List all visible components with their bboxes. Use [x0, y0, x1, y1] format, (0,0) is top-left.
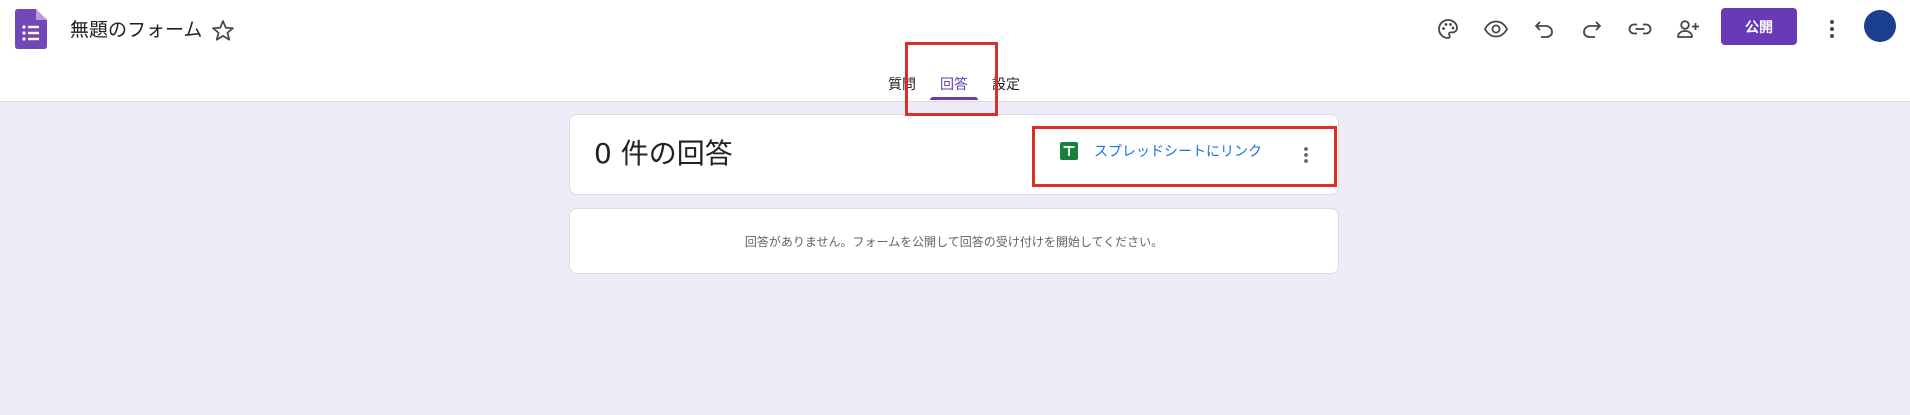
- form-title[interactable]: 無題のフォーム: [70, 18, 202, 42]
- eye-icon[interactable]: [1479, 12, 1513, 46]
- redo-icon[interactable]: [1575, 12, 1609, 46]
- app-header: 無題のフォーム 公開 質問 回答 設定: [0, 0, 1910, 102]
- tab-settings[interactable]: 設定: [992, 74, 1020, 94]
- responses-summary-card: 0 件の回答 スプレッドシートにリンク: [569, 114, 1339, 195]
- palette-icon[interactable]: [1431, 12, 1465, 46]
- active-tab-indicator: [930, 97, 978, 100]
- star-icon[interactable]: [210, 18, 236, 44]
- forms-logo-icon[interactable]: [15, 9, 47, 49]
- more-vert-icon[interactable]: [1815, 12, 1849, 46]
- undo-icon[interactable]: [1527, 12, 1561, 46]
- publish-button[interactable]: 公開: [1721, 8, 1797, 45]
- sheets-icon: [1060, 142, 1078, 160]
- tab-questions[interactable]: 質問: [888, 74, 916, 94]
- link-icon[interactable]: [1623, 12, 1657, 46]
- empty-responses-card: 回答がありません。フォームを公開して回答の受け付けを開始してください。: [569, 208, 1339, 274]
- account-avatar[interactable]: [1864, 10, 1896, 42]
- more-options-icon[interactable]: [1296, 141, 1316, 169]
- add-person-icon[interactable]: [1671, 12, 1705, 46]
- empty-responses-message: 回答がありません。フォームを公開して回答の受け付けを開始してください。: [744, 234, 1164, 249]
- link-to-sheets-label: スプレッドシートにリンク: [1094, 144, 1262, 160]
- link-to-sheets-button[interactable]: スプレッドシートにリンク: [1060, 141, 1262, 161]
- responses-count: 0 件の回答: [594, 137, 733, 170]
- tab-responses[interactable]: 回答: [940, 74, 968, 94]
